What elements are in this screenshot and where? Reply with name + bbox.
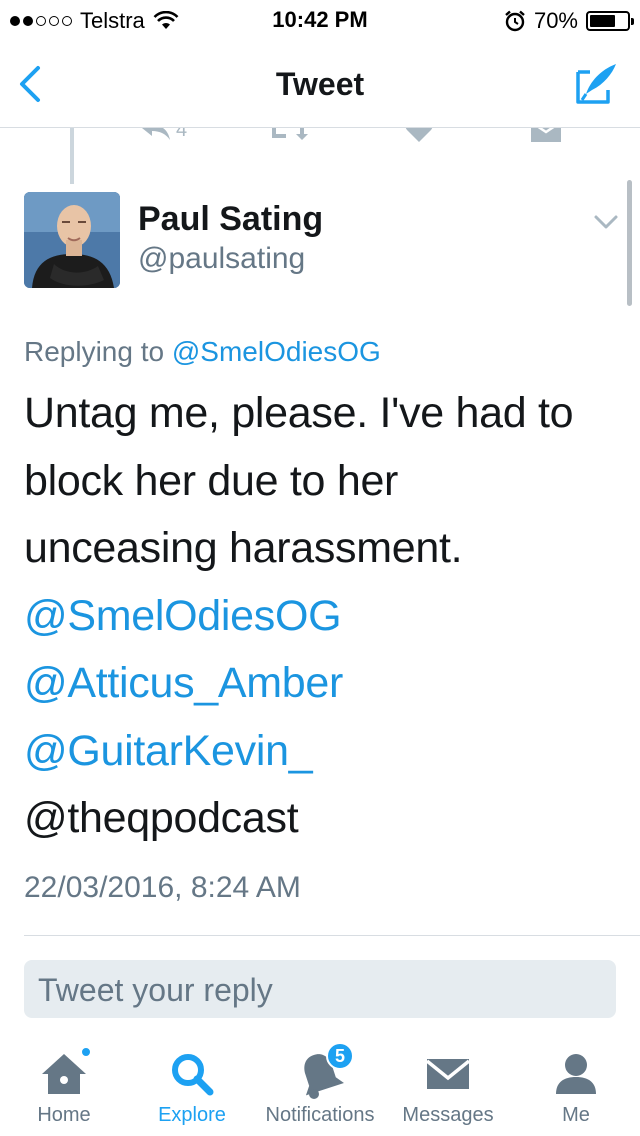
tab-label: Explore bbox=[158, 1104, 226, 1126]
scrollbar[interactable] bbox=[627, 180, 632, 306]
alarm-clock-icon bbox=[505, 10, 525, 32]
tab-label: Notifications bbox=[265, 1104, 375, 1126]
battery-percent: 70% bbox=[533, 8, 578, 33]
previous-reply-action[interactable]: 4 bbox=[140, 128, 187, 142]
envelope-icon bbox=[422, 1048, 474, 1100]
home-icon bbox=[38, 1046, 92, 1100]
navigation-bar: Tweet bbox=[0, 40, 640, 128]
tab-messages[interactable]: Messages bbox=[398, 1040, 498, 1136]
tab-me[interactable]: Me bbox=[540, 1040, 612, 1136]
tab-home[interactable]: Home bbox=[24, 1040, 104, 1136]
replying-to-mention[interactable]: @SmelOdiesOG bbox=[172, 336, 381, 367]
compose-tweet-icon[interactable] bbox=[572, 60, 620, 108]
tweet-text-line: block her due to her bbox=[24, 456, 399, 505]
divider bbox=[24, 935, 640, 936]
previous-message-action[interactable] bbox=[530, 128, 562, 142]
previous-tweet-actions: 4 bbox=[0, 128, 640, 148]
reply-input[interactable]: Tweet your reply bbox=[24, 960, 616, 1018]
tab-explore[interactable]: Explore bbox=[148, 1040, 236, 1136]
author-name[interactable]: Paul Sating bbox=[138, 200, 323, 239]
search-icon bbox=[166, 1048, 218, 1100]
tweet-mention-link[interactable]: @SmelOdiesOG bbox=[24, 583, 624, 651]
tweet-mention-link[interactable]: @GuitarKevin_ bbox=[24, 718, 624, 786]
avatar-illustration bbox=[24, 192, 120, 288]
tab-notifications[interactable]: 5 Notifications bbox=[258, 1040, 382, 1136]
reply-icon bbox=[142, 128, 170, 140]
tweet-text-line: Untag me, please. I've had to bbox=[24, 389, 574, 437]
tab-label: Home bbox=[37, 1104, 91, 1126]
tweet-timestamp: 22/03/2016, 8:24 AM bbox=[24, 871, 301, 904]
tweet-text-line: unceasing harassment. bbox=[24, 524, 463, 572]
person-icon bbox=[550, 1048, 602, 1100]
previous-like-action[interactable] bbox=[404, 128, 434, 142]
status-bar-right: 70% bbox=[504, 8, 634, 34]
previous-retweet-action[interactable] bbox=[268, 128, 308, 142]
previous-reply-count: 4 bbox=[176, 128, 188, 141]
author-handle[interactable]: @paulsating bbox=[138, 242, 305, 276]
tweet-mention-link[interactable]: @Atticus_Amber bbox=[24, 650, 624, 718]
tab-label: Messages bbox=[402, 1104, 494, 1126]
tab-label: Me bbox=[562, 1104, 590, 1126]
notifications-badge: 5 bbox=[326, 1042, 354, 1070]
battery-icon bbox=[586, 11, 634, 31]
direct-message-icon bbox=[531, 128, 561, 142]
retweet-icon bbox=[272, 128, 308, 140]
author-avatar[interactable] bbox=[24, 192, 120, 288]
status-bar: Telstra 10:42 PM 70% bbox=[0, 0, 640, 40]
reply-input-placeholder: Tweet your reply bbox=[38, 972, 273, 1008]
chevron-down-icon[interactable] bbox=[592, 208, 620, 236]
heart-icon bbox=[405, 128, 433, 142]
page-title: Tweet bbox=[275, 66, 365, 102]
replying-to-line: Replying to @SmelOdiesOG bbox=[24, 336, 381, 368]
home-unread-dot bbox=[80, 1046, 92, 1058]
tab-bar: Home Explore 5 Notifications Messages Me bbox=[0, 1040, 640, 1136]
tweet-trailing-text: @theqpodcast bbox=[24, 794, 299, 842]
tweet-text: Untag me, please. I've had to block her … bbox=[24, 380, 624, 853]
bell-icon: 5 bbox=[294, 1042, 354, 1100]
replying-to-prefix: Replying to bbox=[24, 336, 165, 367]
